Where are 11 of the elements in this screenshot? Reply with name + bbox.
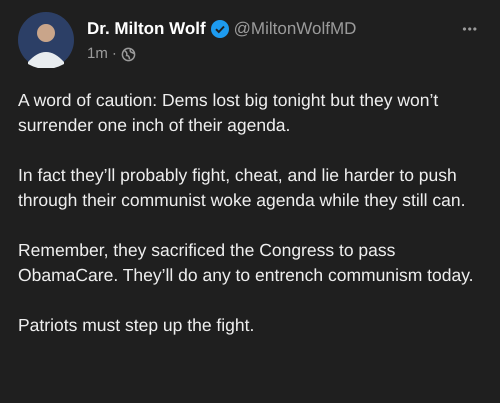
post-paragraph: Remember, they sacrificed the Congress to pass ObamaCare. They’ll do any to entrench communism today. <box>18 239 475 287</box>
post-paragraph: In fact they’ll probably fight, cheat, and lie harder to push through their communist woke agenda while they still can. <box>18 164 466 212</box>
post-paragraph: A word of caution: Dems lost big tonight but they won’t surrender one inch of their agenda. <box>18 89 440 137</box>
author-handle[interactable]: @MiltonWolfMD <box>234 18 356 40</box>
author-name[interactable]: Dr. Milton Wolf <box>87 18 206 40</box>
more-options-button[interactable]: ••• <box>462 20 478 38</box>
post-paragraph: Patriots must step up the fight. <box>18 314 256 337</box>
globe-icon <box>120 46 136 62</box>
separator: · <box>112 44 117 64</box>
post-time: 1m <box>87 44 108 64</box>
avatar[interactable] <box>18 12 74 68</box>
